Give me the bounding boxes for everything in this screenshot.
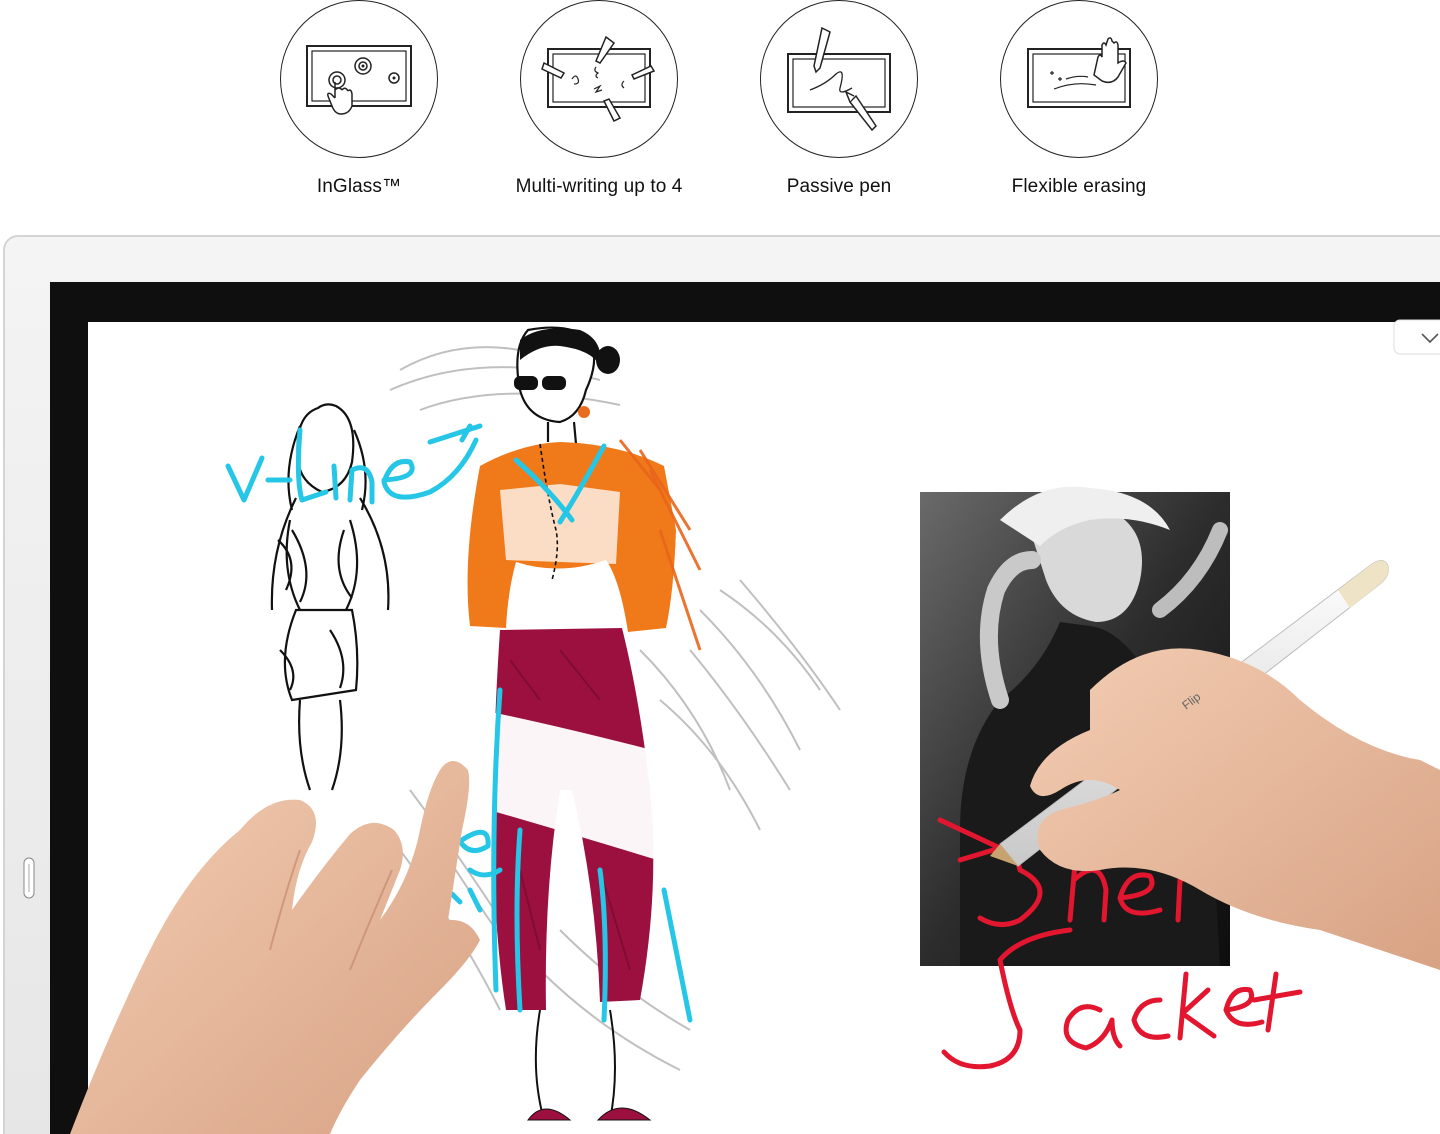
feature-label: Flexible erasing	[1011, 176, 1147, 197]
touch-screen-icon	[280, 0, 438, 158]
pen-holder-icon	[23, 857, 35, 899]
passive-pen-icon	[760, 0, 918, 158]
feature-flexible-erasing: Flexible erasing	[979, 0, 1179, 198]
feature-label: Multi-writing up to 4	[515, 176, 683, 197]
chevron-down-icon[interactable]	[1393, 319, 1440, 355]
feature-label: InGlass™	[316, 176, 402, 197]
palm-erase-icon	[1000, 0, 1158, 158]
feature-inglass: InGlass™	[259, 0, 459, 198]
feature-label: Passive pen	[786, 176, 892, 197]
feature-row: InGlass™ Multi-writing up to 4 Passive p…	[0, 0, 1440, 230]
feature-multi-writing: Multi-writing up to 4	[499, 0, 699, 198]
flip-board-scene: Flip	[3, 235, 1440, 1134]
feature-passive-pen: Passive pen	[739, 0, 939, 198]
multi-pen-icon	[520, 0, 678, 158]
